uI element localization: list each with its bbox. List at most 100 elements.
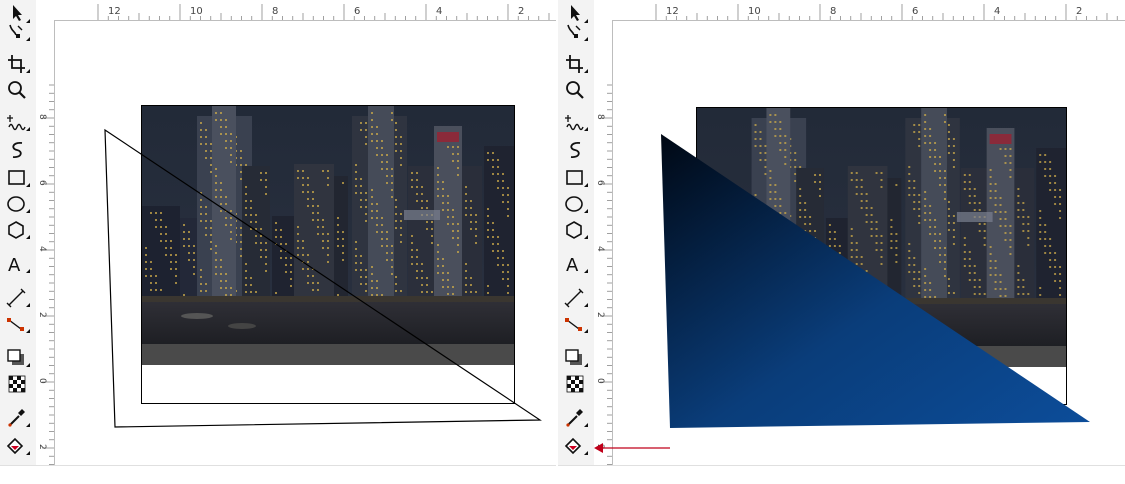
transparency-tool[interactable] [562, 372, 590, 396]
ellipse-tool[interactable] [4, 192, 32, 216]
ruler-top-label: 8 [830, 6, 836, 17]
rectangle-icon [566, 170, 588, 187]
checkerboard-icon [8, 375, 26, 393]
color-eyedropper-tool[interactable] [4, 406, 32, 430]
curve-icon [12, 142, 23, 158]
connector-tool[interactable] [562, 312, 590, 336]
ruler-left-label: 8 [37, 114, 47, 120]
freehand-icon [7, 115, 30, 131]
dimension-icon [6, 288, 30, 308]
svg-text:A: A [8, 255, 21, 276]
ruler-top-label: 8 [272, 6, 278, 17]
ruler-top-label: 6 [354, 6, 360, 17]
ruler-left-label: 6 [37, 180, 47, 186]
crop-icon [566, 55, 588, 73]
bottom-status-strip [558, 465, 1125, 484]
ruler-top-label: 2 [1076, 6, 1082, 17]
rectangle-tool[interactable] [4, 166, 32, 190]
ruler-left-label: 4 [37, 246, 47, 252]
curve-icon [570, 142, 581, 158]
artistic-media-tool[interactable] [562, 138, 590, 162]
artistic-media-tool[interactable] [4, 138, 32, 162]
connector-icon [565, 318, 588, 333]
connector-icon [7, 318, 30, 333]
ruler-top-label: 2 [518, 6, 524, 17]
rectangle-icon [8, 170, 30, 187]
eyedropper-icon [8, 409, 30, 427]
shape-tool[interactable] [562, 20, 590, 44]
zoom-tool[interactable] [562, 78, 590, 102]
ruler-top-label: 10 [748, 6, 761, 17]
checkerboard-icon [566, 375, 584, 393]
crop-tool[interactable] [4, 52, 32, 76]
ellipse-tool[interactable] [562, 192, 590, 216]
bottom-status-strip [0, 465, 556, 484]
annotation-arrow [594, 443, 670, 453]
drop-shadow-tool[interactable] [4, 346, 32, 370]
fill-bucket-icon [564, 437, 588, 455]
toolbox: A [558, 0, 595, 466]
fill-bucket-icon [6, 437, 30, 455]
node-edit-icon [9, 24, 30, 41]
ruler-left-label: 4 [595, 246, 605, 252]
ruler-top-label: 6 [912, 6, 918, 17]
toolbox: A [0, 0, 37, 466]
interactive-fill-tool[interactable] [4, 434, 32, 458]
shape-tool[interactable] [4, 20, 32, 44]
drawing-canvas[interactable] [55, 21, 556, 484]
zoom-tool[interactable] [4, 78, 32, 102]
polygon-tool[interactable] [4, 218, 32, 242]
ruler-left-label: 2 [37, 444, 47, 450]
ruler-left-label: 2 [595, 312, 605, 318]
rectangle-tool[interactable] [562, 166, 590, 190]
magnifier-icon [566, 81, 584, 99]
transparency-tool[interactable] [4, 372, 32, 396]
text-tool[interactable]: A [4, 252, 32, 276]
ruler-top-label: 4 [436, 6, 442, 17]
freehand-icon [565, 115, 588, 131]
triangle-outline[interactable] [55, 21, 556, 484]
drop-shadow-tool[interactable] [562, 346, 590, 370]
polygon-tool[interactable] [562, 218, 590, 242]
horizontal-ruler[interactable]: 12 10 8 6 4 2 [594, 0, 1125, 21]
crop-tool[interactable] [562, 52, 590, 76]
parallel-dimension-tool[interactable] [4, 286, 32, 310]
shadow-icon [565, 349, 588, 367]
polygon-icon [8, 221, 30, 239]
ruler-top-label: 12 [108, 6, 121, 17]
node-edit-icon [567, 24, 588, 41]
connector-tool[interactable] [4, 312, 32, 336]
interactive-fill-tool[interactable] [562, 434, 590, 458]
freehand-tool[interactable] [562, 110, 590, 134]
ruler-left-label: 0 [595, 378, 605, 384]
polygon-icon [566, 221, 588, 239]
text-icon: A [566, 255, 588, 276]
drawing-canvas[interactable] [613, 21, 1125, 484]
left-workspace: A ⇱ 12108642 864202 [0, 0, 556, 484]
eyedropper-icon [566, 409, 588, 427]
vertical-ruler[interactable]: 8 6 4 2 0 2 [36, 20, 55, 466]
ruler-top-label: 4 [994, 6, 1000, 17]
ruler-left-label: 8 [595, 114, 605, 120]
ruler-top-label: 12 [666, 6, 679, 17]
right-workspace: A ⇱ 12108642 864202 [558, 0, 1125, 484]
parallel-dimension-tool[interactable] [562, 286, 590, 310]
text-tool[interactable]: A [562, 252, 590, 276]
ellipse-icon [7, 196, 30, 213]
horizontal-ruler[interactable]: 12 10 8 6 4 2 [36, 0, 556, 21]
ruler-left-label: 2 [37, 312, 47, 318]
filled-triangle[interactable] [613, 21, 1125, 484]
ellipse-icon [565, 196, 588, 213]
dimension-icon [564, 288, 588, 308]
svg-text:A: A [566, 255, 579, 276]
color-eyedropper-tool[interactable] [562, 406, 590, 430]
ruler-left-label: 6 [595, 180, 605, 186]
shadow-icon [7, 349, 30, 367]
crop-icon [8, 55, 30, 73]
ruler-left-label: 0 [37, 378, 47, 384]
magnifier-icon [8, 81, 26, 99]
ruler-top-label: 10 [190, 6, 203, 17]
freehand-tool[interactable] [4, 110, 32, 134]
text-icon: A [8, 255, 30, 276]
vertical-ruler[interactable]: 864202 [594, 20, 613, 466]
